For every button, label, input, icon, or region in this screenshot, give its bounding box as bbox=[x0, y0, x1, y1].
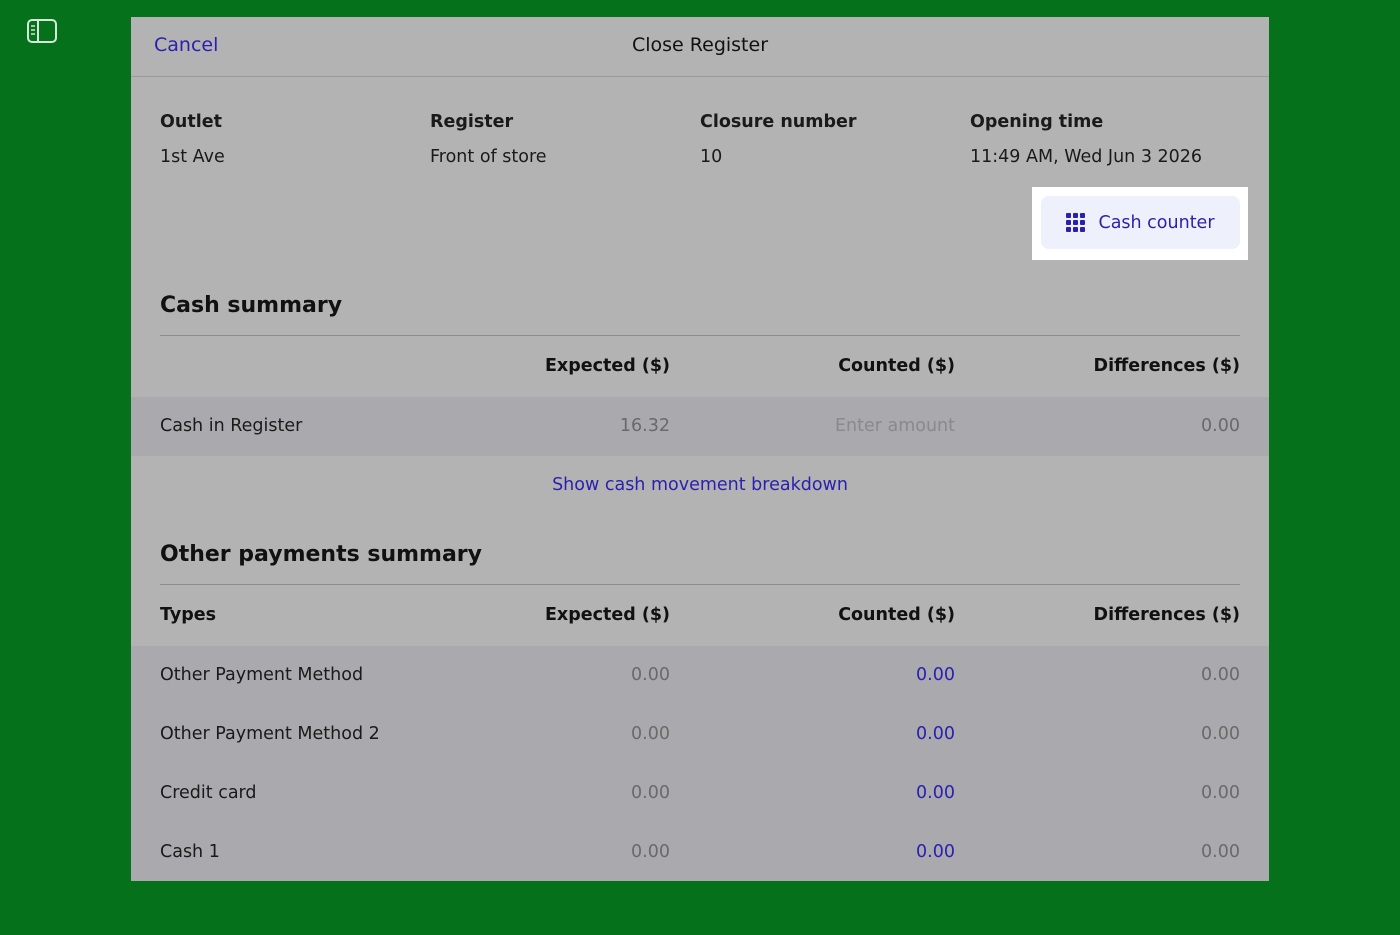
grid-icon bbox=[1066, 212, 1086, 233]
outlet-label: Outlet bbox=[160, 112, 222, 132]
payment-type: Credit card bbox=[160, 783, 257, 803]
cash-counter-button[interactable]: Cash counter bbox=[1041, 196, 1240, 249]
expected-value: 16.32 bbox=[619, 416, 670, 436]
payment-type: Other Payment Method 2 bbox=[160, 724, 380, 744]
closure-label: Closure number bbox=[700, 112, 857, 132]
cash-counter-label: Cash counter bbox=[1098, 212, 1215, 233]
opening-label: Opening time bbox=[970, 112, 1104, 132]
counted-value[interactable]: 0.00 bbox=[916, 842, 955, 862]
divider bbox=[160, 584, 1240, 585]
payment-type: Cash 1 bbox=[160, 842, 220, 862]
counted-column-header: Counted ($) bbox=[838, 356, 955, 376]
difference-value: 0.00 bbox=[1201, 665, 1240, 685]
opening-info: Opening time 11:49 AM, Wed Jun 3 2026 bbox=[970, 112, 1202, 167]
cash-counter-highlight: Cash counter bbox=[1032, 187, 1248, 260]
other-payments-header: Types Expected ($) Counted ($) Differenc… bbox=[160, 605, 1240, 635]
differences-column-header: Differences ($) bbox=[1093, 356, 1240, 376]
counted-value[interactable]: 0.00 bbox=[916, 783, 955, 803]
expected-column-header: Expected ($) bbox=[544, 605, 670, 625]
expected-value: 0.00 bbox=[631, 724, 670, 744]
expected-column-header: Expected ($) bbox=[544, 356, 670, 376]
closure-info: Closure number 10 bbox=[700, 112, 857, 167]
modal-header: Cancel Close Register bbox=[131, 17, 1269, 77]
differences-column-header: Differences ($) bbox=[1093, 605, 1240, 625]
outlet-value: 1st Ave bbox=[160, 147, 225, 167]
cash-in-register-row: Cash in Register 16.32 Enter amount 0.00 bbox=[131, 397, 1269, 456]
counted-column-header: Counted ($) bbox=[838, 605, 955, 625]
expected-value: 0.00 bbox=[631, 842, 670, 862]
other-payments-title: Other payments summary bbox=[160, 542, 482, 567]
table-row: Other Payment Method 2 0.00 0.00 0.00 bbox=[131, 705, 1269, 764]
difference-value: 0.00 bbox=[1201, 783, 1240, 803]
opening-value: 11:49 AM, Wed Jun 3 2026 bbox=[970, 147, 1203, 167]
close-register-modal: Cancel Close Register Outlet 1st Ave Reg… bbox=[131, 17, 1269, 881]
payment-type: Other Payment Method bbox=[160, 665, 364, 685]
difference-value: 0.00 bbox=[1201, 416, 1240, 436]
closure-value: 10 bbox=[700, 147, 723, 167]
register-info: Outlet 1st Ave Register Front of store C… bbox=[160, 112, 1240, 172]
show-cash-movement-breakdown-link[interactable]: Show cash movement breakdown bbox=[131, 475, 1269, 495]
cash-summary-title: Cash summary bbox=[160, 293, 343, 318]
table-row: Cash 1 0.00 0.00 0.00 bbox=[131, 823, 1269, 881]
table-row: Other Payment Method 0.00 0.00 0.00 bbox=[131, 646, 1269, 705]
expected-value: 0.00 bbox=[631, 665, 670, 685]
sidebar-toggle-icon[interactable] bbox=[26, 18, 58, 44]
difference-value: 0.00 bbox=[1201, 724, 1240, 744]
cash-summary-header: Expected ($) Counted ($) Differences ($) bbox=[160, 356, 1240, 386]
table-row: Credit card 0.00 0.00 0.00 bbox=[131, 764, 1269, 823]
counted-value[interactable]: 0.00 bbox=[916, 665, 955, 685]
counted-amount-input[interactable]: Enter amount bbox=[835, 416, 955, 436]
register-value: Front of store bbox=[430, 147, 547, 167]
outlet-info: Outlet 1st Ave bbox=[160, 112, 225, 167]
expected-value: 0.00 bbox=[631, 783, 670, 803]
types-column-header: Types bbox=[160, 605, 217, 625]
register-info-col: Register Front of store bbox=[430, 112, 547, 167]
difference-value: 0.00 bbox=[1201, 842, 1240, 862]
divider bbox=[160, 335, 1240, 336]
register-label: Register bbox=[430, 112, 514, 132]
counted-value[interactable]: 0.00 bbox=[916, 724, 955, 744]
page-title: Close Register bbox=[631, 34, 769, 56]
row-label: Cash in Register bbox=[160, 416, 303, 436]
